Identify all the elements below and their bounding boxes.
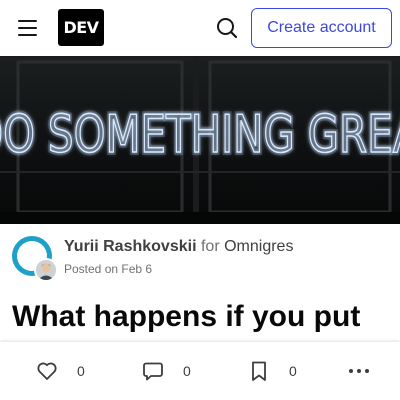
- like-count: 0: [77, 363, 85, 379]
- top-header: DEV Create account: [0, 0, 400, 56]
- user-avatar[interactable]: [34, 258, 58, 282]
- dev-logo[interactable]: DEV: [58, 9, 104, 46]
- create-account-button[interactable]: Create account: [251, 8, 392, 48]
- author-name[interactable]: Yurii Rashkovskii: [64, 238, 197, 255]
- like-button[interactable]: 0: [35, 356, 85, 386]
- posted-date-line: Posted on Feb 6: [64, 262, 152, 276]
- comment-button[interactable]: 0: [141, 356, 191, 386]
- author-line: Yurii Rashkovskii for Omnigres: [64, 238, 293, 256]
- author-row: Yurii Rashkovskii for Omnigres Posted on…: [0, 224, 400, 290]
- cover-image: DO SOMETHING GREAT DO SOMETHING GREAT: [0, 56, 400, 224]
- bookmark-icon: [252, 361, 266, 381]
- article-title: What happens if you put: [12, 300, 361, 333]
- for-label: for: [200, 238, 220, 255]
- hamburger-icon[interactable]: [14, 17, 42, 39]
- article-actions-bar: 0 0 0: [0, 342, 400, 400]
- svg-text:DO SOMETHING GREAT: DO SOMETHING GREAT: [0, 105, 400, 165]
- posted-prefix: Posted on: [64, 262, 119, 276]
- save-count: 0: [289, 363, 297, 379]
- comment-count: 0: [183, 363, 191, 379]
- search-icon[interactable]: [212, 13, 242, 43]
- organization-name[interactable]: Omnigres: [224, 238, 293, 255]
- posted-date: Feb 6: [121, 262, 153, 276]
- comment-icon: [143, 362, 163, 381]
- more-horizontal-icon: [349, 369, 369, 373]
- heart-icon: [37, 362, 57, 380]
- more-options-button[interactable]: [346, 356, 372, 386]
- save-button[interactable]: 0: [247, 356, 297, 386]
